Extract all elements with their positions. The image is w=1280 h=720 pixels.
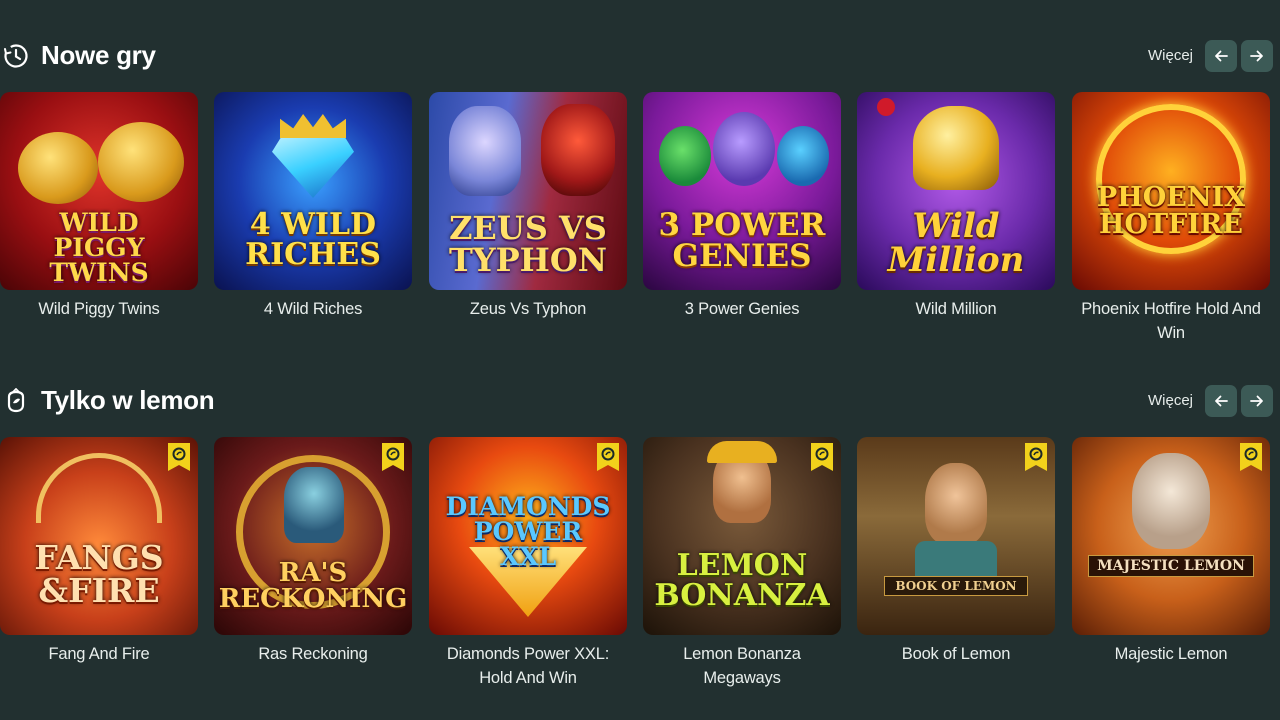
arrow-right-icon: [1250, 50, 1263, 62]
game-name[interactable]: Zeus Vs Typhon: [429, 297, 627, 321]
game-card-book-of-lemon[interactable]: BOOK OF LEMON Book of Lemon: [857, 437, 1055, 666]
game-thumbnail[interactable]: RA'S RECKONING: [214, 437, 412, 635]
previous-button[interactable]: [1205, 40, 1237, 72]
genie-figure: [659, 126, 711, 186]
section-title: Nowe gry: [41, 40, 156, 70]
game-art-title: RA'S RECKONING: [218, 558, 408, 614]
game-thumbnail[interactable]: Wild Million: [857, 92, 1055, 290]
lemon-exclusive-badge: [811, 443, 833, 471]
lemon-exclusive-badge: [168, 443, 190, 471]
lemon-exclusive-badge: [597, 443, 619, 471]
gate-arch: [36, 453, 162, 523]
lion-figure: [1132, 453, 1210, 549]
game-thumbnail[interactable]: ZEUS VS TYPHON: [429, 92, 627, 290]
section-header: Nowe gry Więcej: [0, 36, 1280, 76]
pig-figure: [18, 132, 98, 204]
game-art-title: 3 POWER GENIES: [658, 207, 826, 274]
next-button[interactable]: [1241, 385, 1273, 417]
clock-icon: [4, 44, 28, 68]
game-thumbnail[interactable]: MAJESTIC LEMON: [1072, 437, 1270, 635]
game-name[interactable]: Phoenix Hotfire Hold And Win: [1072, 297, 1270, 345]
game-name[interactable]: Lemon Bonanza Megaways: [643, 642, 841, 690]
cherry-icon: [877, 98, 895, 116]
game-art-title: FANGS &FIRE: [34, 538, 164, 610]
game-art-title: MAJESTIC LEMON: [1088, 555, 1254, 577]
game-card-lemon-bonanza-megaways[interactable]: LEMON BONANZA Lemon Bonanza Megaways: [643, 437, 841, 690]
section-lemon-exclusive: Tylko w lemon Więcej FANGS &FIRE Fang An…: [0, 381, 1280, 687]
game-name[interactable]: Wild Piggy Twins: [0, 297, 198, 321]
crown-icon: [280, 114, 346, 138]
game-name[interactable]: Diamonds Power XXL: Hold And Win: [429, 642, 627, 690]
lemon-exclusive-badge: [382, 443, 404, 471]
games-row: FANGS &FIRE Fang And Fire RA'S RECKONING…: [0, 437, 1280, 687]
zeus-figure: [449, 106, 521, 196]
game-card-phoenix-hotfire[interactable]: PHOENIX HOTFIRE Phoenix Hotfire Hold And…: [1072, 92, 1270, 345]
games-row: WILD PIGGY TWINS Wild Piggy Twins 4 WILD…: [0, 92, 1280, 342]
game-card-wild-million[interactable]: Wild Million Wild Million: [857, 92, 1055, 321]
game-art-title: BOOK OF LEMON: [884, 576, 1028, 596]
genie-figure: [777, 126, 829, 186]
character-figure: [925, 463, 987, 545]
game-card-wild-piggy-twins[interactable]: WILD PIGGY TWINS Wild Piggy Twins: [0, 92, 198, 321]
game-thumbnail[interactable]: LEMON BONANZA: [643, 437, 841, 635]
game-art-title: LEMON BONANZA: [654, 548, 830, 613]
game-name[interactable]: Book of Lemon: [857, 642, 1055, 666]
game-thumbnail[interactable]: FANGS &FIRE: [0, 437, 198, 635]
game-card-3-power-genies[interactable]: 3 POWER GENIES 3 Power Genies: [643, 92, 841, 321]
game-card-4-wild-riches[interactable]: 4 WILD RICHES 4 Wild Riches: [214, 92, 412, 321]
arrow-left-icon: [1215, 395, 1228, 407]
game-name[interactable]: Wild Million: [857, 297, 1055, 321]
game-thumbnail[interactable]: PHOENIX HOTFIRE: [1072, 92, 1270, 290]
game-card-zeus-vs-typhon[interactable]: ZEUS VS TYPHON Zeus Vs Typhon: [429, 92, 627, 321]
bell-icon: [913, 106, 999, 190]
lemon-exclusive-badge: [1025, 443, 1047, 471]
game-name[interactable]: Majestic Lemon: [1072, 642, 1270, 666]
diamond-shape: [272, 132, 354, 198]
genie-figure: [713, 112, 775, 186]
game-thumbnail[interactable]: 4 WILD RICHES: [214, 92, 412, 290]
pig-figure: [98, 122, 184, 202]
game-card-fang-and-fire[interactable]: FANGS &FIRE Fang And Fire: [0, 437, 198, 666]
game-art-title: WILD PIGGY TWINS: [49, 207, 149, 287]
game-thumbnail[interactable]: 3 POWER GENIES: [643, 92, 841, 290]
miner-helmet: [707, 441, 777, 463]
game-thumbnail[interactable]: DIAMONDS POWER XXL: [429, 437, 627, 635]
section-new-games: Nowe gry Więcej WILD PIGGY TWINS Wild Pi…: [0, 36, 1280, 342]
section-title: Tylko w lemon: [41, 385, 215, 415]
game-name[interactable]: 3 Power Genies: [643, 297, 841, 321]
game-art-title: ZEUS VS TYPHON: [448, 209, 608, 279]
game-art-title: PHOENIX HOTFIRE: [1096, 182, 1246, 240]
game-name[interactable]: 4 Wild Riches: [214, 297, 412, 321]
arrow-right-icon: [1250, 395, 1263, 407]
game-card-majestic-lemon[interactable]: MAJESTIC LEMON Majestic Lemon: [1072, 437, 1270, 666]
more-link[interactable]: Więcej: [1148, 392, 1193, 409]
game-art-title: DIAMONDS POWER XXL: [445, 491, 611, 571]
game-thumbnail[interactable]: WILD PIGGY TWINS: [0, 92, 198, 290]
more-link[interactable]: Więcej: [1148, 47, 1193, 64]
ra-figure: [284, 467, 344, 543]
game-thumbnail[interactable]: BOOK OF LEMON: [857, 437, 1055, 635]
next-button[interactable]: [1241, 40, 1273, 72]
section-header: Tylko w lemon Więcej: [0, 381, 1280, 421]
lemon-exclusive-badge: [1240, 443, 1262, 471]
game-art-title: Wild Million: [887, 206, 1025, 280]
game-card-diamonds-power-xxl[interactable]: DIAMONDS POWER XXL Diamonds Power XXL: H…: [429, 437, 627, 690]
typhon-figure: [541, 104, 615, 196]
character-body: [915, 541, 997, 581]
lemon-icon: [7, 388, 25, 413]
game-art-title: 4 WILD RICHES: [245, 207, 381, 272]
game-name[interactable]: Fang And Fire: [0, 642, 198, 666]
previous-button[interactable]: [1205, 385, 1237, 417]
game-name[interactable]: Ras Reckoning: [214, 642, 412, 666]
arrow-left-icon: [1215, 50, 1228, 62]
game-card-ras-reckoning[interactable]: RA'S RECKONING Ras Reckoning: [214, 437, 412, 666]
